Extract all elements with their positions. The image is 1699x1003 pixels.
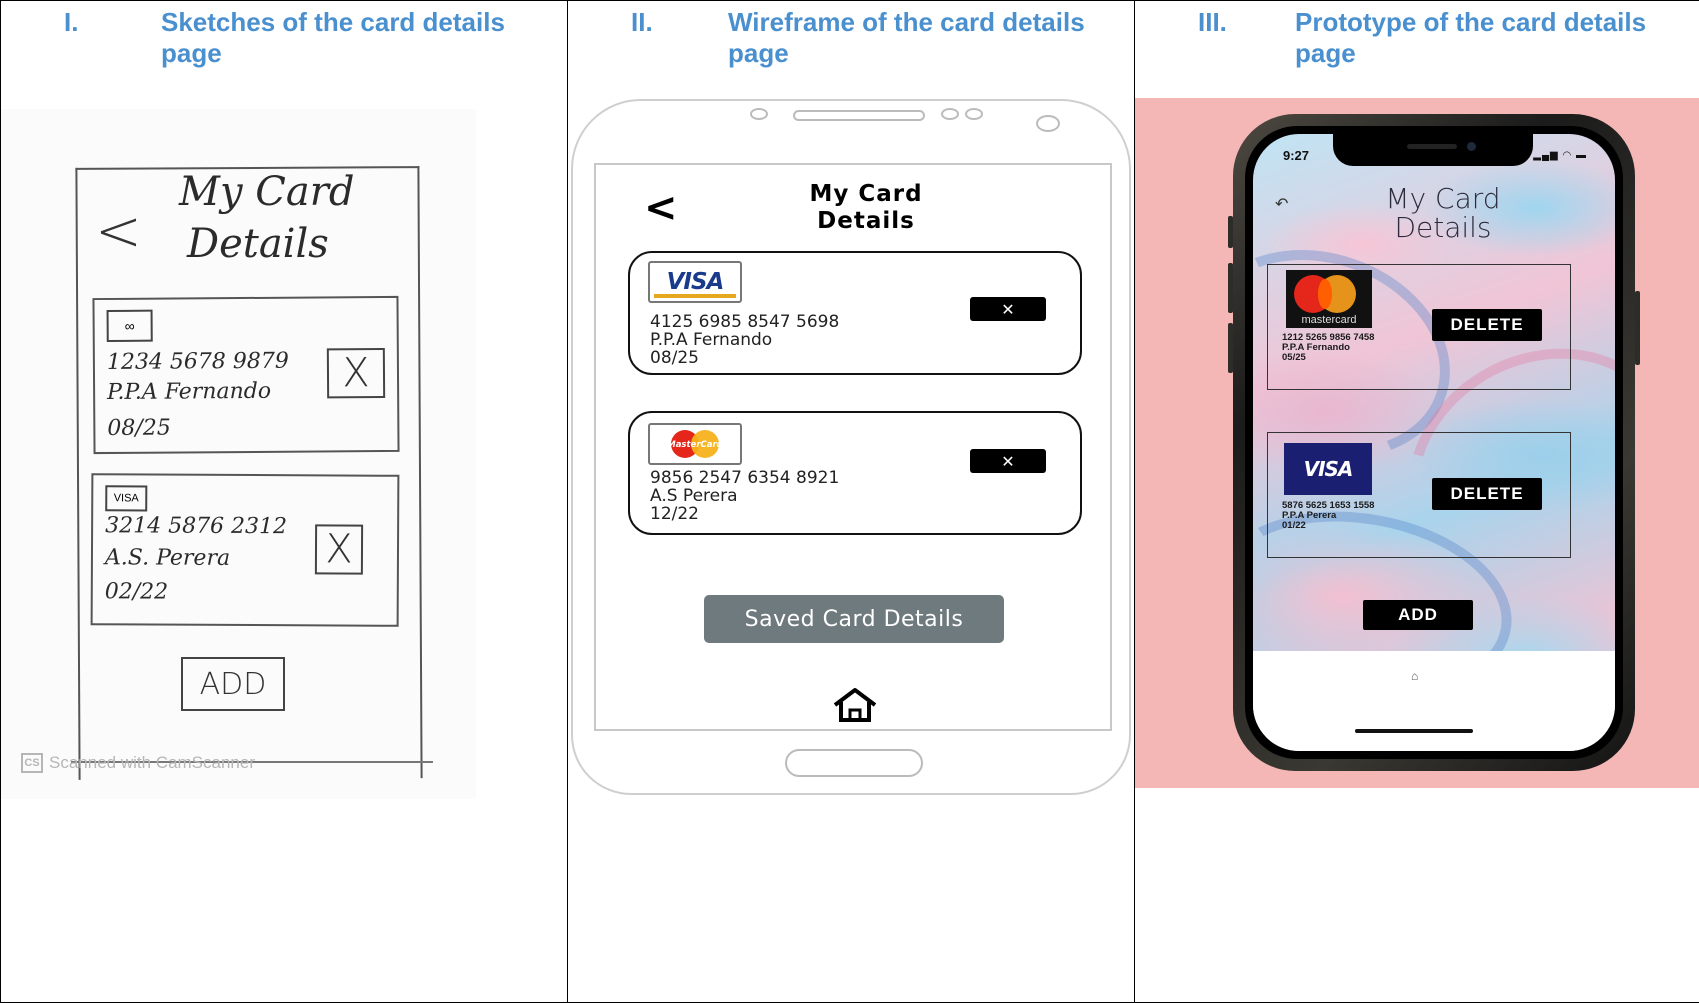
sketch-paper: < My Card Details ∞ 1234 5678 9879 P.P.A…: [1, 109, 476, 799]
sketch-card-expiry: 02/22: [104, 579, 169, 605]
sketch-title-line1: My Card: [179, 169, 355, 215]
visa-logo-text: VISA: [666, 269, 725, 295]
wireframe-cell: II. Wireframe of the card details page <…: [568, 1, 1135, 1003]
prototype-card-details: 5876 5625 1653 1558 P.P.A Perera 01/22: [1282, 501, 1374, 531]
wireframe-card-details: 4125 6985 8547 5698 P.P.A Fernando 08/25: [650, 313, 839, 367]
iphone-power-button: [1635, 291, 1640, 365]
camscanner-text: Scanned with CamScanner: [49, 753, 256, 772]
camscanner-logo-icon: CS: [21, 753, 43, 773]
prototype-title: Prototype of the card details page: [1295, 7, 1647, 68]
wireframe-back-button[interactable]: <: [644, 185, 678, 231]
home-indicator[interactable]: [1355, 729, 1473, 733]
prototype-card-details: 1212 5265 9856 7458 P.P.A Fernando 05/25: [1282, 333, 1374, 363]
prototype-card-expiry: 05/25: [1282, 352, 1306, 363]
wireframe-sensor-icon: [965, 108, 983, 120]
prototype-screen: 9:27 ▂▄▆ ◠ ▬ ↶ My Card Details mastercar…: [1253, 134, 1615, 751]
wireframe-card-name: P.P.A Fernando: [650, 330, 773, 350]
wireframe-card: VISA 4125 6985 8547 5698 P.P.A Fernando …: [628, 251, 1082, 375]
visa-logo-stripe: [654, 294, 736, 298]
status-signal-wifi-battery-icon: ▂▄▆ ◠ ▬: [1533, 150, 1587, 161]
mastercard-circles-icon: MasterCard: [667, 430, 724, 458]
wireframe-title: Wireframe of the card details page: [728, 7, 1085, 68]
wireframe-page-title: My Card Details: [766, 181, 966, 235]
status-time: 9:27: [1283, 148, 1310, 163]
wireframe-card-expiry: 08/25: [650, 348, 699, 368]
sketch-card-number: 3214 5876 2312: [105, 513, 288, 540]
mastercard-logo-icon: MasterCard: [648, 423, 742, 465]
prototype-bottom-bar: ⌂: [1253, 651, 1615, 751]
iphone-notch: [1333, 134, 1533, 166]
comparison-table: I. Sketches of the card details page < M…: [0, 0, 1699, 1003]
wireframe-card-number: 9856 2547 6354 8921: [650, 468, 840, 488]
wireframe-title-line1: My Card: [809, 181, 923, 207]
wireframe-card-expiry: 12/22: [650, 504, 699, 524]
sketch-card-name: A.S. Perera: [104, 545, 231, 571]
sketch-numeral: I.: [64, 7, 79, 37]
wireframe-speaker: [793, 110, 925, 121]
delete-card-button[interactable]: DELETE: [1432, 309, 1542, 341]
wireframe-card-number: 4125 6985 8547 5698: [650, 312, 840, 332]
visa-logo-icon: VISA: [648, 261, 742, 303]
wireframe-card-details: 9856 2547 6354 8921 A.S Perera 12/22: [650, 469, 839, 523]
sketch-title-line2: Details: [187, 221, 329, 267]
prototype-back-button[interactable]: ↶: [1275, 194, 1288, 214]
delete-card-button[interactable]: DELETE: [1432, 478, 1542, 510]
wireframe-card: MasterCard 9856 2547 6354 8921 A.S Perer…: [628, 411, 1082, 535]
wireframe-sensor-icon: [941, 108, 959, 120]
wireframe-phone: < My Card Details VISA 4125 6985 8547 56…: [571, 99, 1131, 795]
iphone-mockup: 9:27 ▂▄▆ ◠ ▬ ↶ My Card Details mastercar…: [1233, 114, 1635, 771]
sketch-close-icon: X: [314, 524, 364, 575]
wireframe-title-line2: Details: [817, 208, 915, 234]
home-icon[interactable]: ⌂: [1411, 669, 1418, 683]
wireframe-front-camera-icon: [1036, 115, 1060, 132]
wireframe-remove-card-button[interactable]: ✕: [970, 297, 1046, 321]
wireframe-screen: < My Card Details VISA 4125 6985 8547 56…: [594, 163, 1112, 731]
wireframe-numeral: II.: [631, 7, 653, 37]
wireframe-card-name: A.S Perera: [650, 486, 738, 506]
sketch-card: ∞ 1234 5678 9879 P.P.A Fernando 08/25 X: [92, 295, 400, 455]
camscanner-watermark: CS Scanned with CamScanner: [21, 753, 255, 773]
sketch-mastercard-icon: ∞: [106, 309, 153, 342]
sketch-card: VISA 3214 5876 2312 A.S. Perera 02/22 X: [90, 473, 400, 627]
prototype-title-line1: My Card: [1385, 182, 1501, 215]
notch-camera-icon: [1467, 142, 1476, 151]
iphone-bezel: 9:27 ▂▄▆ ◠ ▬ ↶ My Card Details mastercar…: [1245, 126, 1623, 759]
sketch-visa-icon: VISA: [105, 485, 148, 512]
wireframe-home-hardware-button: [785, 749, 923, 777]
wireframe-camera-icon: [750, 108, 768, 120]
prototype-card: VISA 5876 5625 1653 1558 P.P.A Perera 01…: [1267, 432, 1571, 558]
mastercard-logo-text: mastercard: [1301, 314, 1357, 326]
prototype-card-expiry: 01/22: [1282, 520, 1306, 531]
notch-speaker: [1407, 144, 1457, 149]
sketch-card-expiry: 08/25: [107, 415, 171, 441]
sketch-cell: I. Sketches of the card details page < M…: [1, 1, 568, 1003]
mastercard-logo-icon: mastercard: [1286, 270, 1372, 328]
prototype-card: mastercard 1212 5265 9856 7458 P.P.A Fer…: [1267, 264, 1571, 390]
prototype-page-title: My Card Details: [1323, 184, 1563, 242]
sketch-card-name: P.P.A Fernando: [107, 378, 272, 405]
saved-card-details-button[interactable]: Saved Card Details: [704, 595, 1004, 643]
sketch-close-icon: X: [326, 348, 386, 399]
add-card-button[interactable]: ADD: [1363, 600, 1473, 630]
sketch-add-button: ADD: [181, 657, 285, 711]
wireframe-remove-card-button[interactable]: ✕: [970, 449, 1046, 473]
sketch-back-icon: <: [95, 199, 142, 264]
sketch-card-number: 1234 5678 9879: [106, 348, 289, 375]
prototype-title-line2: Details: [1394, 211, 1492, 244]
prototype-numeral: III.: [1198, 7, 1227, 37]
mastercard-logo-text: MasterCard: [667, 440, 723, 450]
sketch-title: Sketches of the card details page: [161, 7, 505, 68]
visa-logo-icon: VISA: [1284, 443, 1372, 495]
prototype-cell: III. Prototype of the card details page …: [1135, 1, 1699, 1003]
home-icon[interactable]: [831, 687, 879, 723]
